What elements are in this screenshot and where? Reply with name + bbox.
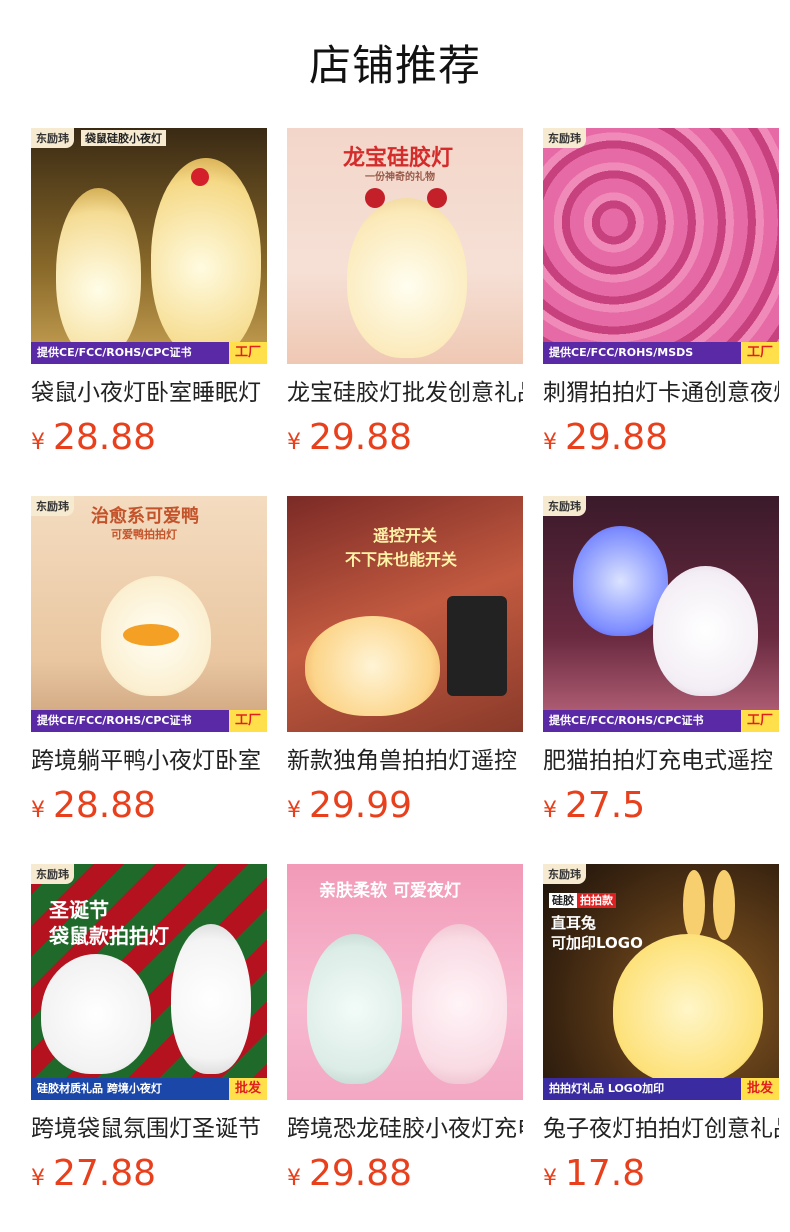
product-card[interactable]: 遥控开关 不下床也能开关 新款独角兽拍拍灯遥控 ¥29.99 [287, 496, 523, 828]
product-card[interactable]: 东励玮 提供CE/FCC/ROHS/MSDS 工厂 刺猬拍拍灯卡通创意夜灯 ¥2… [543, 128, 779, 460]
product-name[interactable]: 新款独角兽拍拍灯遥控 [287, 744, 523, 778]
product-price: ¥29.99 [287, 784, 523, 828]
factory-tag: 工厂 [740, 710, 779, 732]
cert-text: 提供CE/FCC/ROHS/CPC证书 [543, 710, 741, 732]
currency-symbol: ¥ [287, 1166, 301, 1191]
cert-text: 拍拍灯礼品 LOGO加印 [543, 1078, 741, 1100]
product-card[interactable]: 龙宝硅胶灯 一份神奇的礼物 龙宝硅胶灯批发创意礼品 ¥29.88 [287, 128, 523, 460]
cert-banner: 提供CE/FCC/ROHS/CPC证书 工厂 [543, 710, 779, 732]
product-image[interactable]: 东励玮 治愈系可爱鸭 可爱鸭拍拍灯 提供CE/FCC/ROHS/CPC证书 工厂 [31, 496, 267, 732]
factory-tag: 工厂 [740, 342, 779, 364]
product-image[interactable]: 亲肤柔软 可爱夜灯 [287, 864, 523, 1100]
product-image[interactable]: 遥控开关 不下床也能开关 [287, 496, 523, 732]
product-card[interactable]: 东励玮 提供CE/FCC/ROHS/CPC证书 工厂 肥猫拍拍灯充电式遥控 ¥2… [543, 496, 779, 828]
page-title: 店铺推荐 [308, 41, 481, 90]
image-headline: 治愈系可爱鸭 [91, 506, 199, 527]
product-price: ¥27.5 [543, 784, 779, 828]
image-badge: 硅胶 拍拍款 [549, 892, 616, 908]
product-price: ¥28.88 [31, 416, 267, 460]
price-value: 28.88 [53, 785, 157, 826]
image-subline: 可爱鸭拍拍灯 [111, 528, 177, 541]
cert-banner: 硅胶材质礼品 跨境小夜灯 批发 [31, 1078, 267, 1100]
product-price: ¥29.88 [287, 1152, 523, 1196]
image-subline: 一份神奇的礼物 [365, 172, 435, 183]
product-image[interactable]: 东励玮 圣诞节 袋鼠款拍拍灯 硅胶材质礼品 跨境小夜灯 批发 [31, 864, 267, 1100]
currency-symbol: ¥ [287, 798, 301, 823]
image-subline: 袋鼠款拍拍灯 [49, 924, 169, 948]
product-price: ¥28.88 [31, 784, 267, 828]
product-card[interactable]: 东励玮 硅胶 拍拍款 直耳兔 可加印LOGO 拍拍灯礼品 LOGO加印 批发 兔子… [543, 864, 779, 1196]
wholesale-tag: 批发 [228, 1078, 267, 1100]
product-price: ¥27.88 [31, 1152, 267, 1196]
brand-badge: 东励玮 [31, 128, 74, 148]
currency-symbol: ¥ [31, 1166, 45, 1191]
product-price: ¥17.8 [543, 1152, 779, 1196]
product-card[interactable]: 亲肤柔软 可爱夜灯 跨境恐龙硅胶小夜灯充电 ¥29.88 [287, 864, 523, 1196]
image-headline: 袋鼠硅胶小夜灯 [81, 130, 166, 146]
cert-banner: 拍拍灯礼品 LOGO加印 批发 [543, 1078, 779, 1100]
price-value: 29.88 [309, 417, 413, 458]
currency-symbol: ¥ [543, 430, 557, 455]
brand-badge: 东励玮 [543, 864, 586, 884]
brand-badge: 东励玮 [543, 128, 586, 148]
cert-banner: 提供CE/FCC/ROHS/CPC证书 工厂 [31, 710, 267, 732]
image-subline: 不下床也能开关 [345, 550, 458, 569]
image-headline: 直耳兔 [551, 914, 597, 932]
price-value: 28.88 [53, 417, 157, 458]
price-value: 29.88 [565, 417, 669, 458]
silicone-badge: 硅胶 [549, 893, 577, 908]
cert-text: 硅胶材质礼品 跨境小夜灯 [31, 1078, 229, 1100]
product-image[interactable]: 东励玮 袋鼠硅胶小夜灯 提供CE/FCC/ROHS/CPC证书 工厂 [31, 128, 267, 364]
factory-tag: 工厂 [228, 710, 267, 732]
product-image[interactable]: 龙宝硅胶灯 一份神奇的礼物 [287, 128, 523, 364]
product-name[interactable]: 跨境恐龙硅胶小夜灯充电 [287, 1112, 523, 1146]
image-headline: 亲肤柔软 可爱夜灯 [319, 881, 461, 901]
product-card[interactable]: 东励玮 圣诞节 袋鼠款拍拍灯 硅胶材质礼品 跨境小夜灯 批发 跨境袋鼠氛围灯圣诞… [31, 864, 267, 1196]
product-image[interactable]: 东励玮 提供CE/FCC/ROHS/CPC证书 工厂 [543, 496, 779, 732]
factory-tag: 工厂 [228, 342, 267, 364]
currency-symbol: ¥ [543, 1166, 557, 1191]
product-image[interactable]: 东励玮 提供CE/FCC/ROHS/MSDS 工厂 [543, 128, 779, 364]
wholesale-tag: 批发 [740, 1078, 779, 1100]
cert-text: 提供CE/FCC/ROHS/MSDS [543, 342, 741, 364]
price-value: 27.88 [53, 1153, 157, 1194]
price-value: 17.8 [565, 1153, 646, 1194]
product-name[interactable]: 龙宝硅胶灯批发创意礼品 [287, 376, 523, 410]
currency-symbol: ¥ [543, 798, 557, 823]
price-value: 29.99 [309, 785, 413, 826]
product-name[interactable]: 跨境躺平鸭小夜灯卧室 [31, 744, 267, 778]
product-name[interactable]: 跨境袋鼠氛围灯圣诞节 [31, 1112, 267, 1146]
currency-symbol: ¥ [287, 430, 301, 455]
image-subline: 可加印LOGO [551, 934, 643, 952]
product-price: ¥29.88 [287, 416, 523, 460]
product-name[interactable]: 兔子夜灯拍拍灯创意礼品 [543, 1112, 779, 1146]
cert-banner: 提供CE/FCC/ROHS/CPC证书 工厂 [31, 342, 267, 364]
image-headline: 圣诞节 [49, 898, 109, 922]
brand-badge: 东励玮 [31, 864, 74, 884]
currency-symbol: ¥ [31, 798, 45, 823]
image-headline: 遥控开关 [373, 526, 438, 545]
cert-banner: 提供CE/FCC/ROHS/MSDS 工厂 [543, 342, 779, 364]
product-card[interactable]: 东励玮 治愈系可爱鸭 可爱鸭拍拍灯 提供CE/FCC/ROHS/CPC证书 工厂… [31, 496, 267, 828]
cert-text: 提供CE/FCC/ROHS/CPC证书 [31, 710, 229, 732]
product-name[interactable]: 刺猬拍拍灯卡通创意夜灯 [543, 376, 779, 410]
cert-text: 提供CE/FCC/ROHS/CPC证书 [31, 342, 229, 364]
pat-badge: 拍拍款 [577, 893, 616, 908]
product-name[interactable]: 袋鼠小夜灯卧室睡眠灯 [31, 376, 267, 410]
product-price: ¥29.88 [543, 416, 779, 460]
product-image[interactable]: 东励玮 硅胶 拍拍款 直耳兔 可加印LOGO 拍拍灯礼品 LOGO加印 批发 [543, 864, 779, 1100]
product-name[interactable]: 肥猫拍拍灯充电式遥控 [543, 744, 779, 778]
price-value: 27.5 [565, 785, 646, 826]
currency-symbol: ¥ [31, 430, 45, 455]
brand-badge: 东励玮 [543, 496, 586, 516]
price-value: 29.88 [309, 1153, 413, 1194]
product-card[interactable]: 东励玮 袋鼠硅胶小夜灯 提供CE/FCC/ROHS/CPC证书 工厂 袋鼠小夜灯… [31, 128, 267, 460]
brand-badge: 东励玮 [31, 496, 74, 516]
